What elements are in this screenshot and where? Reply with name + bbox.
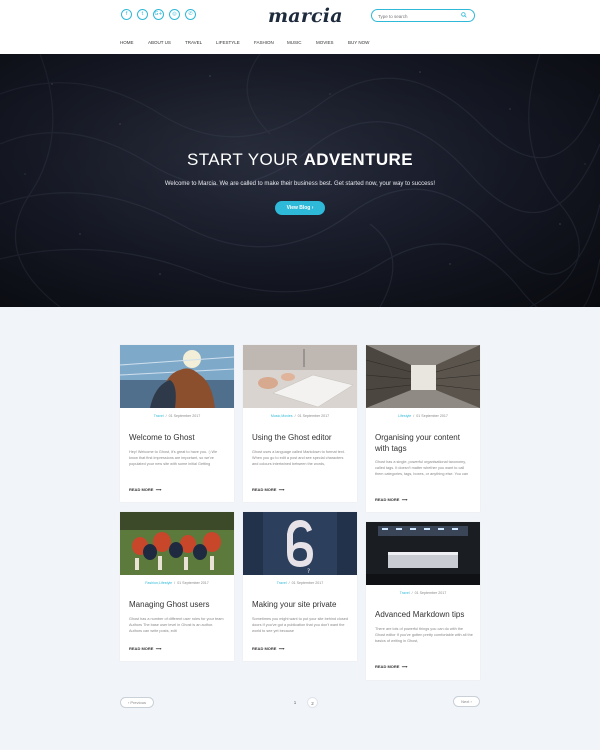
post-meta: Fashion,Lifestyle / 01 September 2017 [145,581,209,585]
search-input[interactable] [378,12,458,20]
arrow-right-icon: ⟶ [277,646,285,651]
view-blog-button[interactable]: View Blog › [275,201,325,215]
post-image-archive[interactable] [366,345,480,408]
post-meta: Lifestyle / 01 September 2017 [398,414,448,418]
post-meta: Travel / 01 September 2017 [276,581,324,585]
post-meta: Travel / 01 September 2017 [153,414,201,418]
site-logo[interactable]: marcia [268,5,343,27]
post-title[interactable]: Managing Ghost users [129,599,229,610]
post-title[interactable]: Advanced Markdown tips [375,609,475,620]
read-more-label: READ MORE [252,646,277,651]
nav-music[interactable]: MUSIC [287,40,316,45]
post-image-number-six[interactable]: ? [243,512,357,575]
read-more-label: READ MORE [129,646,154,651]
arrow-right-icon: ⟶ [400,497,408,502]
arrow-right-icon: ⟶ [154,487,162,492]
read-more-link[interactable]: READ MORE ⟶ [375,664,407,669]
nav-movies[interactable]: MOVIES [316,40,348,45]
google-plus-icon[interactable]: G+ [153,9,164,20]
arrow-right-icon: ⟶ [277,487,285,492]
post-date: 01 September 2017 [291,581,324,585]
post-image-room[interactable] [366,522,480,585]
post-excerpt: Ghost uses a language called Markdown to… [252,450,345,466]
svg-text:?: ? [307,568,310,575]
read-more-link[interactable]: READ MORE ⟶ [252,646,284,651]
read-more-link[interactable]: READ MORE ⟶ [129,646,161,651]
facebook-icon[interactable]: f [121,9,132,20]
post-image-keyboard[interactable] [243,345,357,408]
post-date: 01 September 2017 [177,581,209,585]
hero-title-light: START YOUR [187,150,299,169]
social-links: f t G+ ◎ ✆ [121,9,196,20]
read-more-label: READ MORE [375,497,400,502]
post-card[interactable]: Travel / 01 September 2017 Welcome to Gh… [120,345,234,502]
skype-icon[interactable]: ✆ [185,9,196,20]
read-more-link[interactable]: READ MORE ⟶ [252,487,284,492]
post-image-rugby[interactable] [120,512,234,575]
hero-title: START YOUR ADVENTURE [0,150,600,170]
post-meta: Travel / 01 September 2017 [399,591,447,595]
nav-about-us[interactable]: ABOUT US [148,40,185,45]
previous-page-button[interactable]: ‹ Previous [120,697,154,708]
post-card[interactable]: Fashion,Lifestyle / 01 September 2017 Ma… [120,512,234,661]
post-excerpt: Hey! Welcome to Ghost, it's great to hav… [129,450,218,466]
nav-buy-now[interactable]: BUY NOW [348,40,369,45]
site-header: f t G+ ◎ ✆ marcia HOME ABOUT US TRAVEL L… [0,0,600,54]
post-title[interactable]: Using the Ghost editor [252,432,352,443]
nav-home[interactable]: HOME [120,40,148,45]
post-tag[interactable]: Travel [400,591,410,595]
post-image-couple[interactable] [120,345,234,408]
post-tag[interactable]: Fashion,Lifestyle [145,581,172,585]
post-card[interactable]: Lifestyle / 01 September 2017 Organising… [366,345,480,512]
post-tag[interactable]: Lifestyle [398,414,411,418]
twitter-icon[interactable]: t [137,9,148,20]
instagram-icon[interactable]: ◎ [169,9,180,20]
read-more-label: READ MORE [129,487,154,492]
post-date: 01 September 2017 [168,414,201,418]
arrow-right-icon: ⟶ [400,664,408,669]
page-2-link[interactable]: 2 [307,697,318,708]
post-card[interactable]: Travel / 01 September 2017 Advanced Mark… [366,522,480,680]
post-excerpt: Sometimes you might want to put your sit… [252,617,349,633]
post-excerpt: Ghost has a number of different user rol… [129,617,224,633]
nav-lifestyle[interactable]: LIFESTYLE [216,40,254,45]
post-title[interactable]: Making your site private [252,599,352,610]
hero-subtitle: Welcome to Marcia. We are called to make… [164,181,436,187]
hero-title-bold: ADVENTURE [303,150,413,169]
post-excerpt: Ghost has a single, powerful organisatio… [375,460,469,476]
search-box[interactable] [371,9,475,22]
post-title[interactable]: Organising your content with tags [375,432,475,454]
post-tag[interactable]: Music,Movies [271,414,293,418]
post-date: 01 September 2017 [416,414,448,418]
post-date: 01 September 2017 [297,414,330,418]
post-card[interactable]: Music,Movies / 01 September 2017 Using t… [243,345,357,502]
post-date: 01 September 2017 [414,591,447,595]
page-1-link[interactable]: 1 [290,700,300,705]
post-excerpt: There are lots of powerful things you ca… [375,627,473,643]
nav-fashion[interactable]: FASHION [254,40,287,45]
main-nav: HOME ABOUT US TRAVEL LIFESTYLE FASHION M… [120,40,369,45]
post-tag[interactable]: Travel [154,414,164,418]
post-title[interactable]: Welcome to Ghost [129,432,229,443]
hero-banner: START YOUR ADVENTURE Welcome to Marcia. … [0,54,600,307]
next-page-button[interactable]: Next › [453,696,480,707]
post-card[interactable]: ? Travel / 01 September 2017 Making your… [243,512,357,661]
read-more-label: READ MORE [375,664,400,669]
read-more-link[interactable]: READ MORE ⟶ [129,487,161,492]
arrow-right-icon: ⟶ [154,646,162,651]
post-tag[interactable]: Travel [277,581,287,585]
post-meta: Music,Movies / 01 September 2017 [270,414,330,418]
read-more-label: READ MORE [252,487,277,492]
read-more-link[interactable]: READ MORE ⟶ [375,497,407,502]
search-icon[interactable] [461,12,467,18]
nav-travel[interactable]: TRAVEL [185,40,216,45]
